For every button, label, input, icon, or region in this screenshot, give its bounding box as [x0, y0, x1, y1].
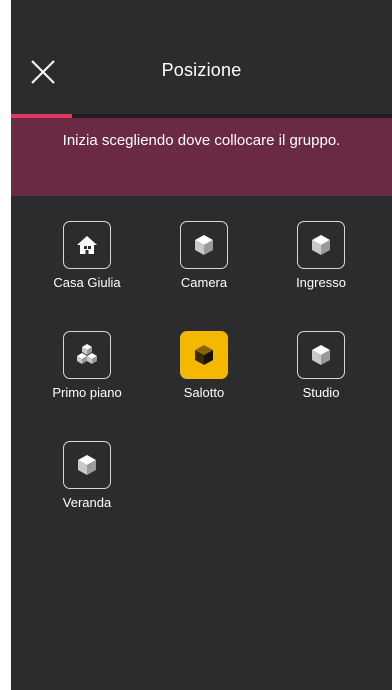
instruction-text: Inizia scegliendo dove collocare il grup… — [62, 132, 341, 149]
room-label: Veranda — [62, 495, 112, 510]
room-item-ingresso[interactable]: Ingresso — [264, 221, 378, 307]
room-icon-box — [180, 221, 228, 269]
cube-icon — [75, 453, 99, 477]
room-label: Studio — [302, 385, 340, 400]
instruction-banner: Inizia scegliendo dove collocare il grup… — [11, 118, 392, 196]
room-icon-box — [297, 221, 345, 269]
room-label: Primo piano — [52, 385, 122, 400]
room-item-primo-piano[interactable]: Primo piano — [30, 331, 144, 417]
house-icon — [75, 233, 99, 257]
room-icon-box — [63, 221, 111, 269]
cube-icon — [192, 233, 216, 257]
cube-icon — [309, 343, 333, 367]
room-icon-box — [297, 331, 345, 379]
room-item-salotto[interactable]: Salotto — [147, 331, 261, 417]
room-icon-box — [63, 331, 111, 379]
cube-icon — [309, 233, 333, 257]
room-label: Ingresso — [296, 275, 346, 290]
room-label: Salotto — [183, 385, 225, 400]
room-label: Camera — [180, 275, 228, 290]
room-item-studio[interactable]: Studio — [264, 331, 378, 417]
cube-icon — [192, 343, 216, 367]
app-screen: Posizione Inizia scegliendo dove colloca… — [11, 0, 392, 690]
page-title: Posizione — [161, 60, 242, 80]
room-label: Casa Giulia — [53, 275, 121, 290]
room-item-veranda[interactable]: Veranda — [30, 441, 144, 527]
room-item-casa-giulia[interactable]: Casa Giulia — [30, 221, 144, 307]
top-bar: Posizione — [11, 0, 392, 114]
room-grid: Casa Giulia Camera Ingresso Primo piano … — [11, 221, 392, 527]
room-item-camera[interactable]: Camera — [147, 221, 261, 307]
room-icon-box — [180, 331, 228, 379]
cubes-stack-icon — [75, 343, 99, 367]
room-icon-box — [63, 441, 111, 489]
